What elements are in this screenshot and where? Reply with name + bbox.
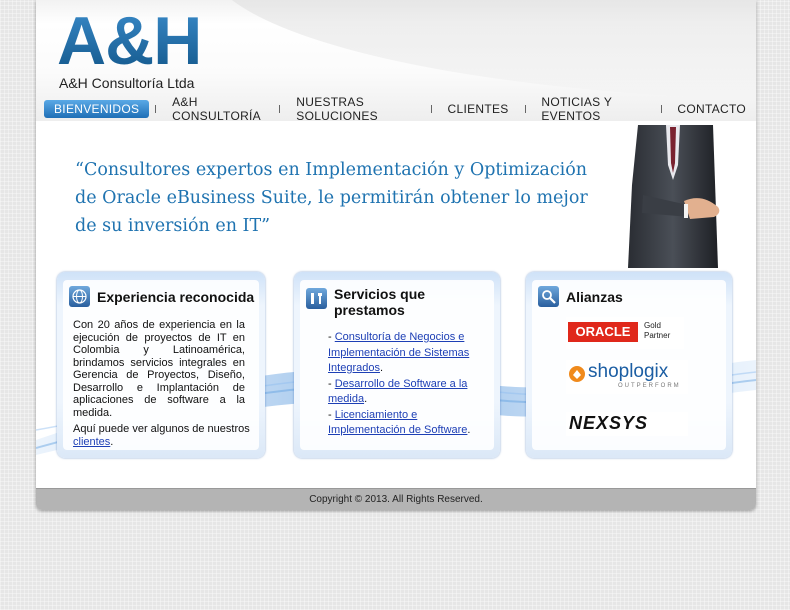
oracle-badge-line: Partner xyxy=(644,331,671,340)
clients-prefix: Aquí puede ver algunos de nuestros xyxy=(73,423,250,435)
nav-item-contacto[interactable]: CONTACTO xyxy=(667,100,756,118)
clients-suffix: . xyxy=(110,435,114,448)
site-footer: Copyright © 2013. All Rights Reserved. xyxy=(36,489,756,510)
oracle-wordmark: ORACLE xyxy=(568,322,638,342)
box-title-line: prestamos xyxy=(334,302,405,318)
oracle-badge: Gold Partner xyxy=(644,321,670,341)
services-list: - Consultoría de Negocios e Implementaci… xyxy=(328,330,483,439)
nav-separator xyxy=(430,105,432,113)
nav-separator xyxy=(660,105,662,113)
shoplogix-wordmark: shoplogix xyxy=(588,361,669,382)
clients-link[interactable]: clientes xyxy=(73,436,110,448)
list-item: - Desarrollo de Software a la medida. xyxy=(328,377,468,406)
shoplogix-tagline: OUTPERFORM xyxy=(618,383,681,389)
oracle-badge-line: Gold xyxy=(644,321,661,330)
page-container: A&H A&H Consultoría Ltda BIENVENIDOS A&H… xyxy=(36,0,756,510)
globe-icon xyxy=(69,286,90,307)
magnifier-icon xyxy=(538,286,559,307)
nav-separator xyxy=(279,105,281,113)
box-title: Servicios que prestamos xyxy=(334,286,425,318)
nav-separator xyxy=(155,105,157,113)
nav-item-clientes[interactable]: CLIENTES xyxy=(438,100,519,118)
oracle-partner-logo[interactable]: ORACLE Gold Partner xyxy=(566,317,684,349)
experience-box: Experiencia reconocida Con 20 años de ex… xyxy=(57,272,265,458)
nexsys-partner-logo[interactable]: NEXSYS xyxy=(566,412,688,436)
tools-icon xyxy=(306,288,327,309)
logo-company-name: A&H Consultoría Ltda xyxy=(59,75,195,91)
box-title: Experiencia reconocida xyxy=(97,288,255,305)
service-link-consultoria[interactable]: Consultoría de Negocios e Implementación… xyxy=(328,331,469,374)
service-link-licenciamiento[interactable]: Licenciamiento e Implementación de Softw… xyxy=(328,409,467,437)
box-title-line: Servicios que xyxy=(334,286,426,302)
clients-line: Aquí puede ver algunos de nuestros clien… xyxy=(73,423,253,448)
list-item: - Licenciamiento e Implementación de Sof… xyxy=(328,408,471,437)
hero-quote: “Consultores expertos en Implementación … xyxy=(75,160,588,236)
site-header: A&H A&H Consultoría Ltda BIENVENIDOS A&H… xyxy=(36,0,756,123)
alliances-box: Alianzas ORACLE Gold Partner shoplogix O… xyxy=(526,272,732,458)
businessman-handshake-image xyxy=(618,125,728,268)
box-header: Servicios que prestamos xyxy=(306,286,425,318)
nav-item-bienvenidos[interactable]: BIENVENIDOS xyxy=(44,100,150,118)
box-title: Alianzas xyxy=(566,288,623,305)
box-header: Alianzas xyxy=(538,286,623,307)
box-header: Experiencia reconocida xyxy=(69,286,254,307)
services-box: Servicios que prestamos - Consultoría de… xyxy=(294,272,500,458)
shoplogix-icon xyxy=(569,366,585,382)
service-link-desarrollo[interactable]: Desarrollo de Software a la medida xyxy=(328,378,467,406)
logo[interactable]: A&H xyxy=(57,4,202,78)
copyright-text: Copyright © 2013. All Rights Reserved. xyxy=(309,494,483,505)
hero-section: “Consultores expertos en Implementación … xyxy=(36,121,756,268)
shoplogix-partner-logo[interactable]: shoplogix OUTPERFORM xyxy=(566,360,688,394)
nexsys-wordmark: NEXSYS xyxy=(569,413,649,433)
header-swoosh xyxy=(206,0,756,100)
list-item: - Consultoría de Negocios e Implementaci… xyxy=(328,331,470,374)
main-nav: BIENVENIDOS A&H CONSULTORÍA NUESTRAS SOL… xyxy=(44,95,756,123)
nav-separator xyxy=(524,105,526,113)
experience-text: Con 20 años de experiencia en la ejecuci… xyxy=(73,319,245,419)
